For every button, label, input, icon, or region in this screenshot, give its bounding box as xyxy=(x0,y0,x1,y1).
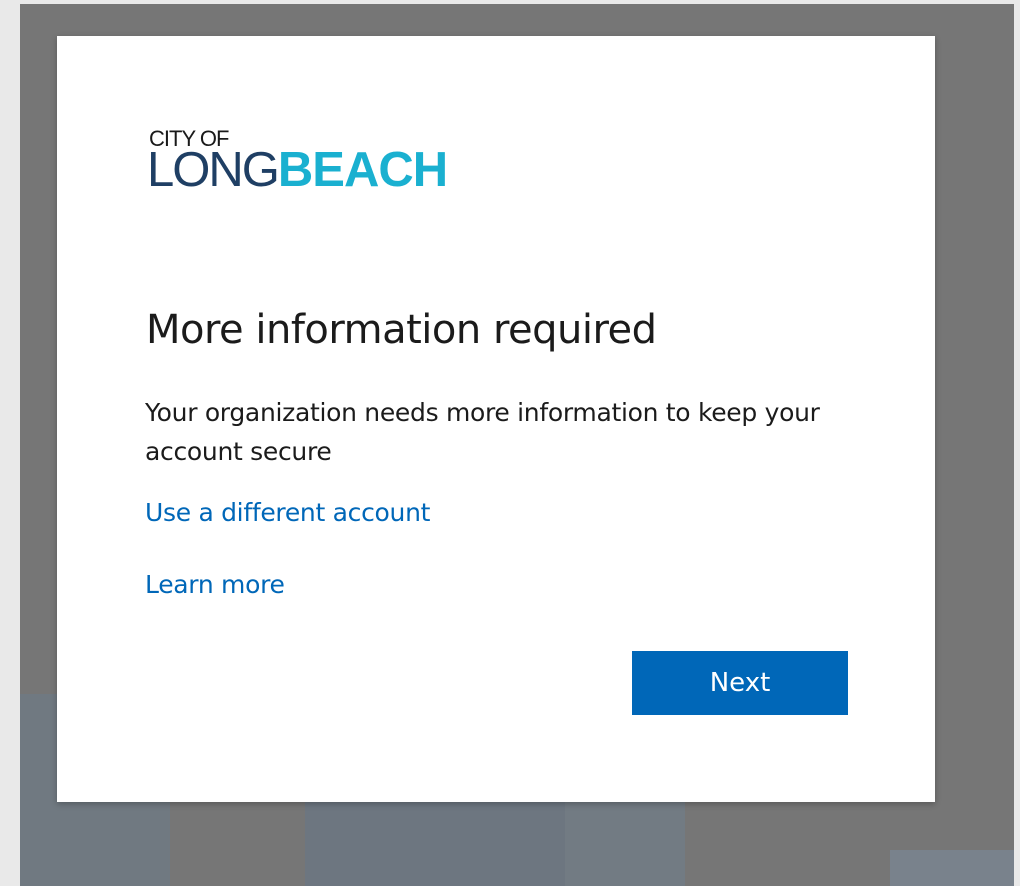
city-of-long-beach-logo: CITY OF LONGBEACH xyxy=(147,128,507,198)
next-button[interactable]: Next xyxy=(632,651,848,715)
background-backdrop: CITY OF LONGBEACH More information requi… xyxy=(20,4,1014,886)
learn-more-link[interactable]: Learn more xyxy=(145,570,285,600)
background-building xyxy=(305,794,565,886)
background-building xyxy=(890,850,1014,886)
sign-in-card: CITY OF LONGBEACH More information requi… xyxy=(57,36,935,802)
logo-long-text: LONG xyxy=(147,143,280,197)
use-different-account-link[interactable]: Use a different account xyxy=(145,498,430,528)
description-text: Your organization needs more information… xyxy=(145,398,820,466)
screen: CITY OF LONGBEACH More information requi… xyxy=(0,0,1020,886)
page-title: More information required xyxy=(146,307,657,353)
logo-beach-text: BEACH xyxy=(277,143,448,197)
logo-wordmark: LONGBEACH xyxy=(147,143,448,197)
